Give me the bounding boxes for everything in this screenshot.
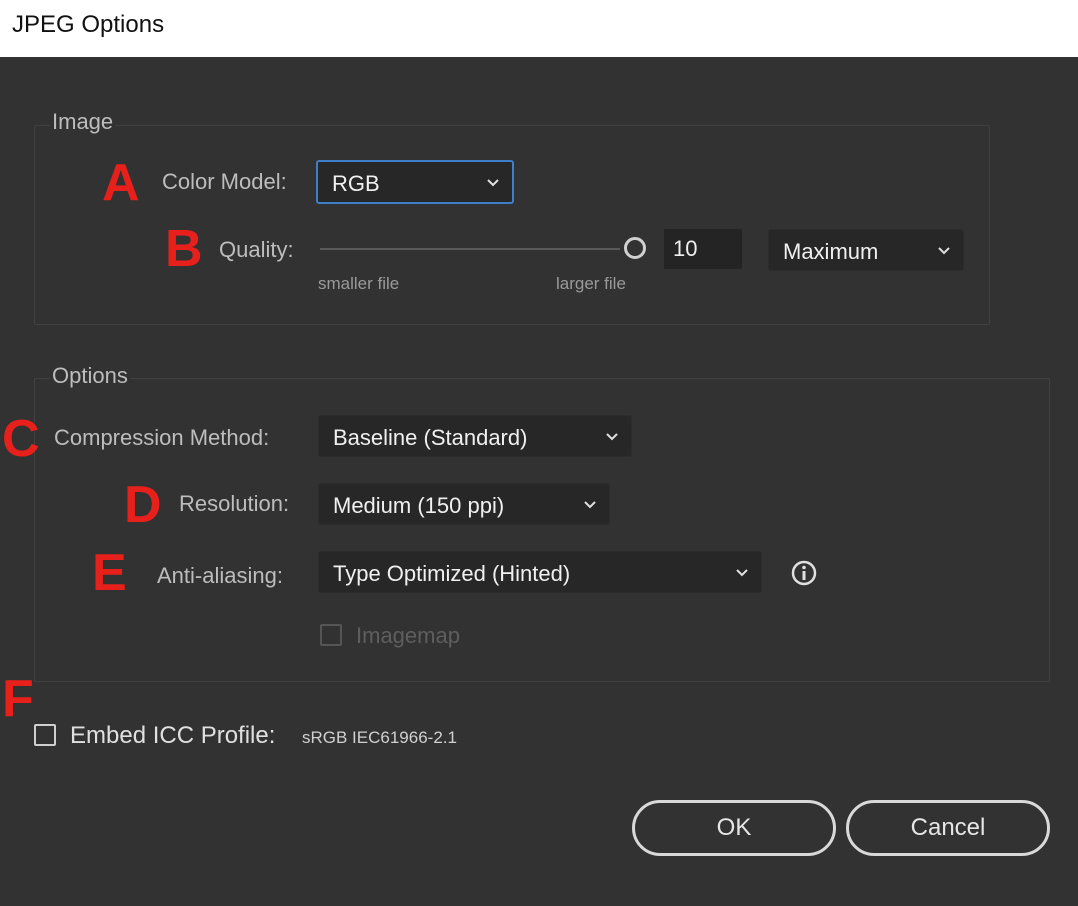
antialiasing-label: Anti-aliasing: bbox=[157, 563, 283, 588]
antialiasing-value: Type Optimized (Hinted) bbox=[333, 561, 571, 586]
chevron-down-icon bbox=[487, 179, 499, 187]
marker-c: C bbox=[2, 410, 40, 468]
quality-input[interactable]: 10 bbox=[664, 229, 742, 269]
window-title: JPEG Options bbox=[12, 11, 165, 38]
embed-icc-label: Embed ICC Profile: bbox=[70, 722, 276, 749]
marker-a: A bbox=[102, 154, 140, 212]
chevron-down-icon bbox=[938, 247, 950, 255]
compression-method-dropdown[interactable]: Baseline (Standard) bbox=[318, 415, 632, 457]
quality-slider-track[interactable] bbox=[320, 248, 620, 250]
jpeg-options-dialog: Image A Color Model: RGB B Quality: smal… bbox=[0, 57, 1078, 906]
image-group-legend: Image bbox=[50, 109, 116, 135]
resolution-dropdown[interactable]: Medium (150 ppi) bbox=[318, 483, 610, 525]
chevron-down-icon bbox=[584, 501, 596, 509]
cancel-button[interactable]: Cancel bbox=[846, 800, 1050, 856]
info-icon[interactable] bbox=[790, 559, 818, 587]
quality-preset-dropdown[interactable]: Maximum bbox=[768, 229, 964, 271]
smaller-file-caption: smaller file bbox=[318, 274, 400, 293]
quality-label: Quality: bbox=[219, 237, 294, 262]
compression-method-label: Compression Method: bbox=[54, 425, 270, 450]
color-model-value: RGB bbox=[332, 171, 380, 196]
icc-profile-name: sRGB IEC61966-2.1 bbox=[302, 728, 457, 747]
color-model-dropdown[interactable]: RGB bbox=[316, 160, 514, 204]
imagemap-label: Imagemap bbox=[356, 623, 460, 648]
antialiasing-dropdown[interactable]: Type Optimized (Hinted) bbox=[318, 551, 762, 593]
ok-button[interactable]: OK bbox=[632, 800, 836, 856]
marker-d: D bbox=[124, 476, 162, 534]
larger-file-caption: larger file bbox=[556, 274, 626, 293]
color-model-label: Color Model: bbox=[162, 169, 287, 194]
embed-icc-checkbox[interactable] bbox=[34, 724, 56, 746]
compression-method-value: Baseline (Standard) bbox=[333, 425, 528, 450]
title-bar: JPEG Options bbox=[0, 0, 1078, 57]
options-group-legend: Options bbox=[50, 363, 130, 389]
marker-e: E bbox=[92, 544, 127, 602]
resolution-label: Resolution: bbox=[179, 491, 290, 516]
imagemap-checkbox[interactable] bbox=[320, 624, 342, 646]
resolution-value: Medium (150 ppi) bbox=[333, 493, 505, 518]
chevron-down-icon bbox=[736, 569, 748, 577]
marker-b: B bbox=[165, 220, 203, 278]
marker-f: F bbox=[2, 670, 34, 728]
chevron-down-icon bbox=[606, 433, 618, 441]
quality-preset-value: Maximum bbox=[783, 239, 879, 264]
quality-slider-knob[interactable] bbox=[624, 237, 646, 259]
